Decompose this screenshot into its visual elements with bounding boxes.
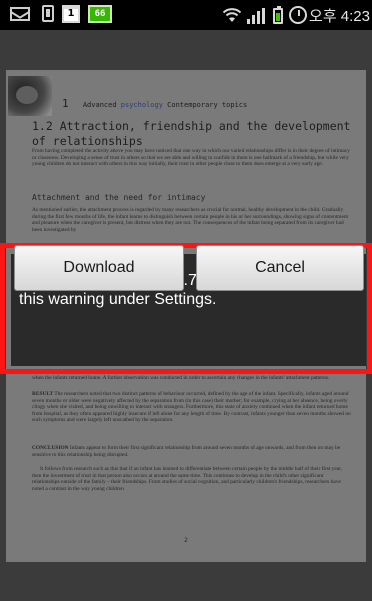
chapter-header: 1 Advanced psychology Contemporary topic… [62,97,247,110]
cancel-button[interactable]: Cancel [196,245,364,291]
chapter-number: 1 [62,97,69,110]
paragraph-3: when the infants returned home. A furthe… [32,375,330,381]
section-title-text: 1.2 Attraction, friendship and the devel… [32,119,351,148]
clock: 오후 4:23 [309,8,370,25]
section-title: 1.2 Attraction, friendship and the devel… [32,119,351,149]
mail-icon [10,7,30,21]
signal-icon [247,8,265,24]
chapter-thumbnail [8,76,52,116]
status-bar: 1 66 오후 4:23 [0,0,372,30]
chapter-highlight: psychology [120,101,163,109]
paragraph-4: It follows from research such as this th… [32,466,343,492]
download-button[interactable]: Download [14,245,184,291]
calendar-icon: 1 [62,5,80,23]
paragraph-2: As mentioned earlier, the attachment pro… [32,207,349,233]
chapter-rest: Contemporary topics [167,101,248,109]
conclusion-text: Infants appear to form their first signi… [32,445,341,458]
result-label: RESULT [32,391,54,397]
result-paragraph: RESULT The researchers noted that two di… [32,391,352,424]
conclusion-paragraph: CONCLUSION Infants appear to form their … [32,445,352,458]
clipboard-icon [42,5,54,22]
page-number: 2 [184,537,188,544]
chapter-topic: Advanced [82,101,117,109]
notification-badge-icon: 66 [88,5,112,23]
subheading: Attachment and the need for intimacy [32,193,206,202]
paragraph-1: From having completed the activity above… [32,148,350,168]
battery-icon [273,6,283,24]
wifi-icon [222,8,242,22]
bottom-bar [0,562,372,601]
app-title-bar [0,30,372,70]
result-text: The researchers noted that two distinct … [32,391,351,424]
alarm-icon [289,6,307,24]
conclusion-label: CONCLUSION [32,445,69,451]
